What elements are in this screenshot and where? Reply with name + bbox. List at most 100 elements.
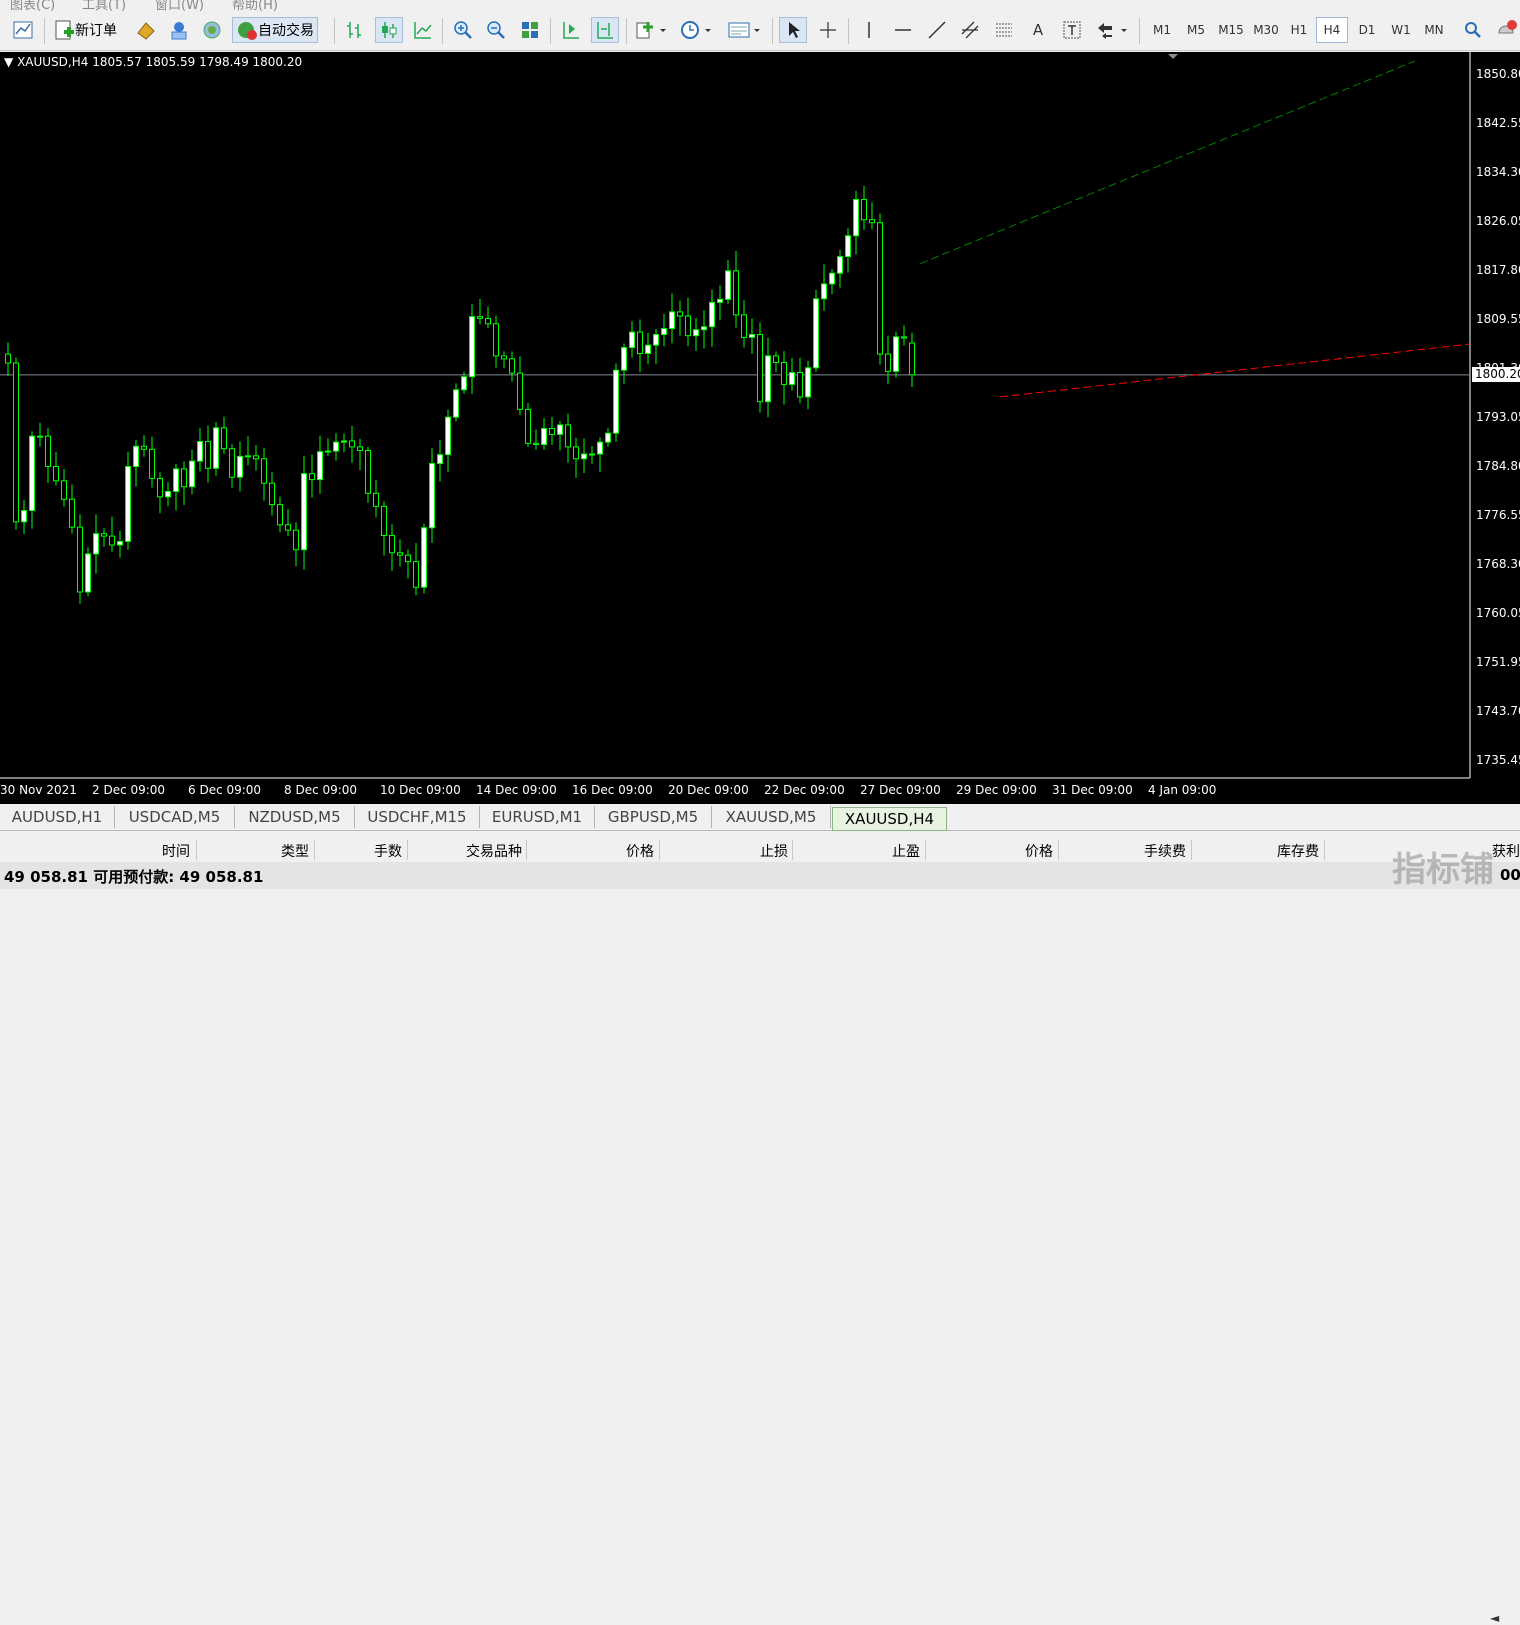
- arrows-dropdown[interactable]: [1092, 17, 1132, 43]
- tab-usdcad-m5[interactable]: USDCAD,M5: [115, 806, 235, 828]
- col-volume[interactable]: 手数: [374, 841, 402, 861]
- chart-menu-arrow-icon[interactable]: ▼: [4, 55, 13, 69]
- tab-xauusd-m5[interactable]: XAUUSD,M5: [712, 806, 831, 828]
- equidistant-channel-icon[interactable]: [957, 17, 983, 43]
- candle-body: [357, 446, 363, 451]
- tf-m30[interactable]: M30: [1249, 17, 1283, 43]
- periods-dropdown[interactable]: [678, 17, 716, 43]
- candle-body: [749, 333, 755, 338]
- candlestick-chart-icon[interactable]: [375, 17, 403, 43]
- candle-body: [285, 524, 291, 531]
- data-window-icon[interactable]: [165, 17, 193, 43]
- autoscroll-icon[interactable]: [558, 17, 584, 43]
- tab-audusd-h1[interactable]: AUDUSD,H1: [0, 806, 115, 828]
- navigator-icon[interactable]: [198, 17, 226, 43]
- candle-body: [877, 222, 883, 355]
- col-price[interactable]: 价格: [626, 841, 654, 861]
- candle-body: [557, 424, 563, 435]
- menu-window[interactable]: 窗口(W): [155, 0, 204, 12]
- templates-dropdown[interactable]: [725, 17, 765, 43]
- col-time[interactable]: 时间: [162, 841, 190, 861]
- crosshair-icon[interactable]: [814, 17, 842, 43]
- menu-tools[interactable]: 工具(T): [82, 0, 126, 12]
- price-label: 1834.30: [1476, 165, 1520, 179]
- tile-windows-icon[interactable]: [517, 17, 543, 43]
- cursor-icon[interactable]: [779, 17, 807, 43]
- bar-chart-icon[interactable]: [342, 17, 368, 43]
- toolbar: 新订单 自动交易 A M1 M5 M15 M30 H1 H4 D1 W1 MN: [0, 12, 1520, 51]
- col-symbol[interactable]: 交易品种: [466, 841, 522, 861]
- candle-body: [29, 435, 35, 512]
- time-label: 16 Dec 09:00: [572, 783, 653, 797]
- auto-trading-button[interactable]: 自动交易: [232, 17, 318, 43]
- tf-h4[interactable]: H4: [1316, 17, 1348, 43]
- candle-body: [165, 490, 171, 498]
- terminal-column-header: 时间 类型 手数 交易品种 价格 止损 止盈 价格 手续费 库存费 获利: [0, 838, 1520, 863]
- fibonacci-icon[interactable]: [991, 17, 1017, 43]
- candle-body: [189, 460, 195, 488]
- tf-w1[interactable]: W1: [1385, 17, 1417, 43]
- candle-body: [909, 342, 915, 376]
- tf-m5[interactable]: M5: [1180, 17, 1212, 43]
- time-label: 4 Jan 09:00: [1148, 783, 1217, 797]
- new-chart-icon[interactable]: [8, 17, 38, 43]
- candle-body: [277, 504, 283, 526]
- zoom-in-icon[interactable]: [450, 17, 476, 43]
- price-label: 1850.80: [1476, 67, 1520, 81]
- candle-body: [573, 446, 579, 460]
- text-label-icon[interactable]: [1059, 17, 1085, 43]
- col-current-price[interactable]: 价格: [1025, 841, 1053, 861]
- candle-body: [269, 482, 275, 506]
- candle-body: [373, 492, 379, 507]
- candle-body: [733, 270, 739, 316]
- line-chart-icon[interactable]: [410, 17, 436, 43]
- chart-shift-marker: [1168, 54, 1178, 59]
- price-chart[interactable]: [0, 52, 1520, 804]
- tab-eurusd-m1[interactable]: EURUSD,M1: [480, 806, 595, 828]
- tab-usdchf-m15[interactable]: USDCHF,M15: [355, 806, 480, 828]
- candle-body: [109, 535, 115, 546]
- candle-body: [253, 455, 259, 460]
- trendline-icon[interactable]: [924, 17, 950, 43]
- indicators-dropdown[interactable]: [633, 17, 671, 43]
- tab-scroll-left-icon[interactable]: ◄: [1490, 1611, 1499, 1625]
- tf-m1[interactable]: M1: [1146, 17, 1178, 43]
- tf-d1[interactable]: D1: [1351, 17, 1383, 43]
- tab-gbpusd-m5[interactable]: GBPUSD,M5: [595, 806, 712, 828]
- candle-body: [493, 323, 499, 357]
- search-icon[interactable]: [1460, 17, 1486, 43]
- col-stop-loss[interactable]: 止损: [760, 841, 788, 861]
- price-label: 1768.30: [1476, 557, 1520, 571]
- price-label: 1793.05: [1476, 410, 1520, 424]
- candle-body: [397, 552, 403, 556]
- col-swap[interactable]: 库存费: [1277, 841, 1319, 861]
- zoom-out-icon[interactable]: [483, 17, 509, 43]
- notifications-icon[interactable]: [1494, 17, 1520, 43]
- col-commission[interactable]: 手续费: [1144, 841, 1186, 861]
- watermark-logo: 指标铺: [1392, 850, 1494, 890]
- tf-mn[interactable]: MN: [1418, 17, 1450, 43]
- tab-nzdusd-m5[interactable]: NZDUSD,M5: [235, 806, 355, 828]
- time-label: 6 Dec 09:00: [188, 783, 262, 797]
- tf-m15[interactable]: M15: [1214, 17, 1248, 43]
- chart-window[interactable]: ▼ XAUUSD,H4 1805.57 1805.59 1798.49 1800…: [0, 52, 1520, 804]
- menu-chart[interactable]: 图表(C): [10, 0, 55, 12]
- chart-shift-icon[interactable]: [591, 17, 619, 43]
- new-order-button[interactable]: 新订单: [50, 17, 120, 43]
- candle-body: [501, 355, 507, 360]
- candle-body: [661, 328, 667, 335]
- horizontal-line-icon[interactable]: [890, 17, 916, 43]
- menu-help[interactable]: 帮助(H): [232, 0, 278, 12]
- market-watch-icon[interactable]: [132, 17, 160, 43]
- vertical-line-icon[interactable]: [856, 17, 882, 43]
- col-profit[interactable]: 获利: [1492, 841, 1520, 861]
- candle-body: [725, 270, 731, 300]
- col-type[interactable]: 类型: [281, 841, 309, 861]
- tab-xauusd-h4[interactable]: XAUUSD,H4: [832, 807, 947, 831]
- lower-trendline: [999, 343, 1471, 398]
- tf-h1[interactable]: H1: [1283, 17, 1315, 43]
- candle-body: [813, 298, 819, 369]
- candle-body: [133, 445, 139, 468]
- text-icon[interactable]: A: [1025, 17, 1051, 43]
- col-take-profit[interactable]: 止盈: [892, 841, 920, 861]
